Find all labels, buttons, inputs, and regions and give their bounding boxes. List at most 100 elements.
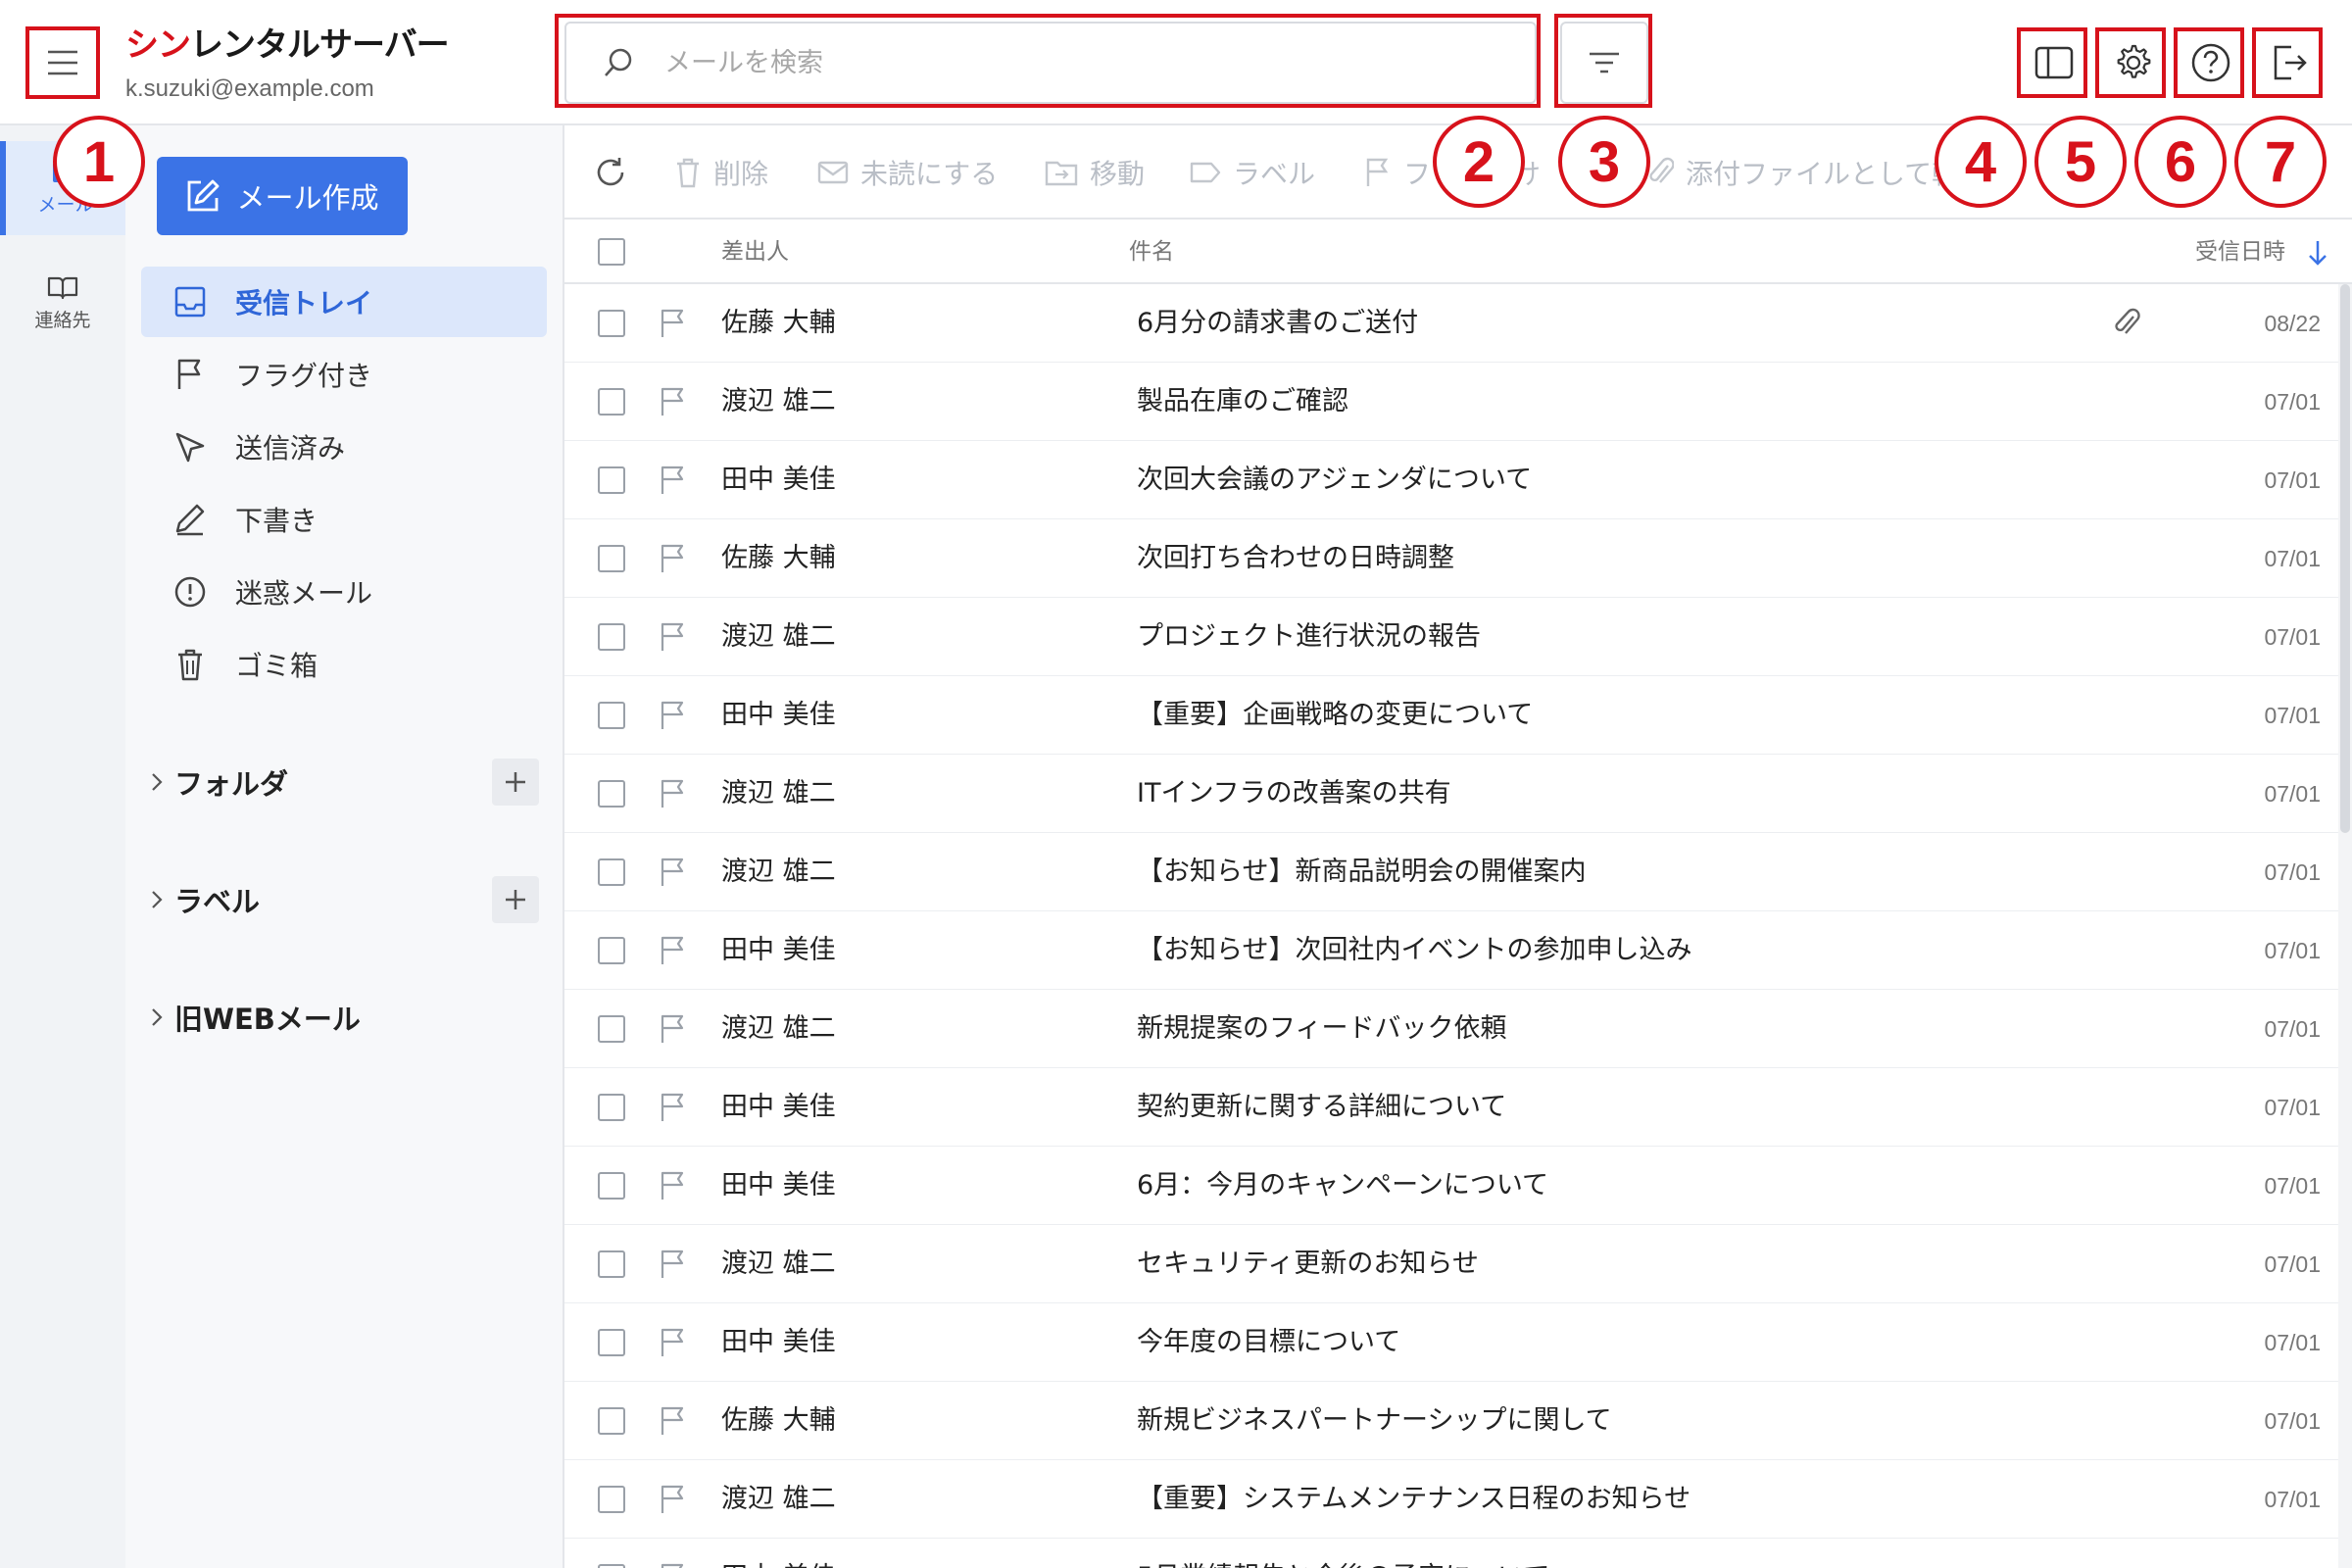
message-row[interactable]: 田中 美佳 5月業績報告と今後の予定について 07/01 (564, 1539, 2338, 1568)
row-checkbox[interactable] (598, 1329, 625, 1356)
message-row[interactable]: 渡辺 雄二 【重要】システムメンテナンス日程のお知らせ 07/01 (564, 1460, 2338, 1539)
section-legacy-webmail[interactable]: 旧WEBメール (149, 988, 549, 1047)
label-button[interactable]: ラベル (1190, 125, 1315, 220)
alert-icon (174, 576, 206, 608)
refresh-icon (597, 158, 624, 186)
flag-icon[interactable] (659, 543, 688, 574)
folder-sidebar: メール作成 受信トレイ フラグ付き 送信済み 下書き 迷惑メール ゴミ箱 フォル… (125, 125, 564, 1568)
folder-label: 送信済み (235, 432, 346, 465)
row-checkbox[interactable] (598, 623, 625, 651)
column-date[interactable]: 受信日時 (2195, 220, 2285, 284)
flag-icon[interactable] (659, 465, 688, 496)
section-folders[interactable]: フォルダ (149, 753, 549, 811)
column-sender[interactable]: 差出人 (721, 220, 789, 284)
message-row[interactable]: 渡辺 雄二 製品在庫のご確認 07/01 (564, 363, 2338, 441)
settings-button[interactable] (2101, 31, 2164, 94)
folder-sent[interactable]: 送信済み (141, 412, 547, 482)
message-sender: 田中 美佳 (721, 1327, 836, 1357)
toolbar-label: ラベル (1233, 158, 1316, 190)
message-subject: プロジェクト進行状況の報告 (1137, 621, 1481, 652)
refresh-button[interactable] (594, 125, 627, 220)
message-row[interactable]: 渡辺 雄二 ITインフラの改善案の共有 07/01 (564, 755, 2338, 833)
message-row[interactable]: 佐藤 大輔 6月分の請求書のご送付 08/22 (564, 284, 2338, 363)
add-folder-button[interactable] (492, 759, 539, 806)
scrollbar-thumb[interactable] (2340, 284, 2350, 833)
message-row[interactable]: 渡辺 雄二 【お知らせ】新商品説明会の開催案内 07/01 (564, 833, 2338, 911)
flag-icon[interactable] (659, 386, 688, 417)
row-checkbox[interactable] (598, 1486, 625, 1513)
list-scrollbar[interactable] (2338, 284, 2352, 1568)
message-row[interactable]: 田中 美佳 【お知らせ】次回社内イベントの参加申し込み 07/01 (564, 911, 2338, 990)
message-row[interactable]: 田中 美佳 今年度の目標について 07/01 (564, 1303, 2338, 1382)
row-checkbox[interactable] (598, 1015, 625, 1043)
move-button[interactable]: 移動 (1045, 125, 1145, 220)
message-row[interactable]: 渡辺 雄二 プロジェクト進行状況の報告 07/01 (564, 598, 2338, 676)
message-row[interactable]: 田中 美佳 契約更新に関する詳細について 07/01 (564, 1068, 2338, 1147)
message-date: 07/01 (2264, 467, 2321, 493)
gear-icon (2117, 44, 2151, 78)
select-all-checkbox[interactable] (598, 238, 625, 266)
layout-toggle-button[interactable] (2023, 31, 2085, 94)
message-row[interactable]: 田中 美佳 6月：今月のキャンペーンについて 07/01 (564, 1147, 2338, 1225)
flag-icon[interactable] (659, 1170, 688, 1201)
menu-button[interactable] (27, 27, 98, 98)
message-row[interactable]: 田中 美佳 【重要】企画戦略の変更について 07/01 (564, 676, 2338, 755)
compose-button[interactable]: メール作成 (157, 157, 408, 235)
flag-icon[interactable] (659, 1405, 688, 1437)
row-checkbox[interactable] (598, 388, 625, 416)
folder-spam[interactable]: 迷惑メール (141, 557, 547, 627)
help-button[interactable] (2180, 31, 2242, 94)
delete-button[interactable]: 削除 (674, 125, 768, 220)
flag-icon[interactable] (659, 778, 688, 809)
folder-drafts[interactable]: 下書き (141, 484, 547, 555)
send-icon (175, 432, 205, 463)
flag-icon[interactable] (659, 1327, 688, 1358)
flag-icon[interactable] (659, 1092, 688, 1123)
message-sender: 田中 美佳 (721, 935, 836, 965)
column-subject[interactable]: 件名 (1129, 220, 1174, 284)
folder-inbox[interactable]: 受信トレイ (141, 267, 547, 337)
message-row[interactable]: 佐藤 大輔 次回打ち合わせの日時調整 07/01 (564, 519, 2338, 598)
row-checkbox[interactable] (598, 310, 625, 337)
search-filter-button[interactable] (1560, 22, 1648, 104)
flag-icon[interactable] (659, 857, 688, 888)
message-sender: 田中 美佳 (721, 700, 836, 730)
message-list: 佐藤 大輔 6月分の請求書のご送付 08/22 渡辺 雄二 製品在庫のご確認 07/01 田… (564, 284, 2338, 1568)
row-checkbox[interactable] (598, 1250, 625, 1278)
flag-icon[interactable] (659, 621, 688, 653)
row-checkbox[interactable] (598, 1094, 625, 1121)
rail-item-contacts[interactable]: 連絡先 (0, 259, 125, 347)
flag-icon[interactable] (659, 1249, 688, 1280)
pencil-icon (175, 504, 205, 536)
section-labels[interactable]: ラベル (149, 870, 549, 929)
folder-flagged[interactable]: フラグ付き (141, 339, 547, 410)
row-checkbox[interactable] (598, 1407, 625, 1435)
flag-icon[interactable] (659, 1562, 688, 1568)
row-checkbox[interactable] (598, 858, 625, 886)
row-checkbox[interactable] (598, 1172, 625, 1200)
message-date: 07/01 (2264, 859, 2321, 885)
sort-arrow-down-icon[interactable] (2307, 239, 2328, 267)
row-checkbox[interactable] (598, 545, 625, 572)
add-label-button[interactable] (492, 876, 539, 923)
row-checkbox[interactable] (598, 702, 625, 729)
folder-trash[interactable]: ゴミ箱 (141, 629, 547, 700)
message-row[interactable]: 田中 美佳 次回大会議のアジェンダについて 07/01 (564, 441, 2338, 519)
search-box[interactable] (564, 22, 1537, 104)
message-row[interactable]: 佐藤 大輔 新規ビジネスパートナーシップに関して 07/01 (564, 1382, 2338, 1460)
flag-icon[interactable] (659, 935, 688, 966)
row-checkbox[interactable] (598, 1564, 625, 1568)
row-checkbox[interactable] (598, 937, 625, 964)
message-row[interactable]: 渡辺 雄二 新規提案のフィードバック依頼 07/01 (564, 990, 2338, 1068)
mark-unread-button[interactable]: 未読にする (817, 125, 998, 220)
flag-icon[interactable] (659, 1013, 688, 1045)
message-row[interactable]: 渡辺 雄二 セキュリティ更新のお知らせ 07/01 (564, 1225, 2338, 1303)
flag-icon[interactable] (659, 1484, 688, 1515)
row-checkbox[interactable] (598, 466, 625, 494)
flag-icon[interactable] (659, 700, 688, 731)
flag-icon[interactable] (659, 308, 688, 339)
logout-button[interactable] (2258, 31, 2321, 94)
annotation-callout-4: 4 (1935, 116, 2027, 208)
search-input[interactable] (664, 47, 1448, 78)
row-checkbox[interactable] (598, 780, 625, 808)
